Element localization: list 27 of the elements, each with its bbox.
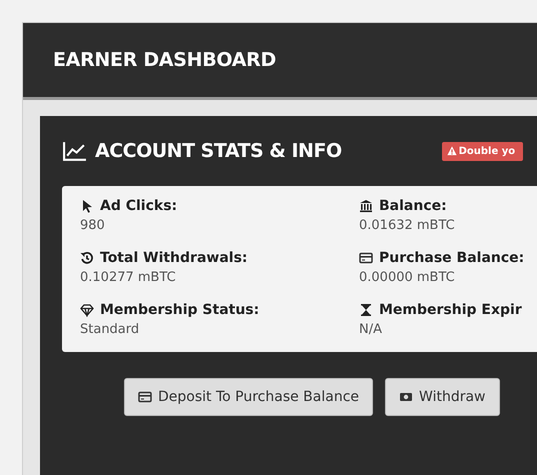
action-button[interactable]: Withdraw bbox=[385, 378, 500, 416]
alert-text: Double yo bbox=[458, 146, 516, 156]
diamond-icon bbox=[80, 303, 94, 317]
action-button[interactable]: Deposit To Purchase Balance bbox=[124, 378, 374, 416]
stat-label: Ad Clicks: bbox=[100, 198, 178, 214]
stat-label: Membership Expir bbox=[379, 302, 522, 318]
stat-label: Purchase Balance: bbox=[379, 250, 524, 266]
stat-value: 0.01632 mBTC bbox=[359, 218, 456, 233]
stat-value: Standard bbox=[80, 322, 140, 337]
warning-icon bbox=[446, 146, 457, 156]
banknote-icon bbox=[399, 390, 414, 404]
stat-value: N/A bbox=[359, 322, 383, 337]
history-icon bbox=[80, 251, 94, 265]
credit-card-icon bbox=[138, 390, 152, 404]
line-chart-icon bbox=[62, 140, 87, 162]
credit-card-icon bbox=[359, 251, 373, 265]
stat-value: 0.00000 mBTC bbox=[359, 270, 456, 285]
section-title: ACCOUNT STATS & INFO bbox=[95, 140, 342, 162]
bank-icon bbox=[359, 199, 373, 213]
hourglass-icon bbox=[359, 303, 373, 317]
stat-label: Total Withdrawals: bbox=[100, 250, 248, 266]
stat-value: 0.10277 mBTC bbox=[80, 270, 177, 285]
pointer-icon bbox=[80, 199, 94, 213]
stat-label: Membership Status: bbox=[100, 302, 260, 318]
dashboard-title: EARNER DASHBOARD bbox=[53, 49, 276, 71]
stat-label: Balance: bbox=[379, 198, 447, 214]
stat-value: 980 bbox=[80, 218, 106, 233]
